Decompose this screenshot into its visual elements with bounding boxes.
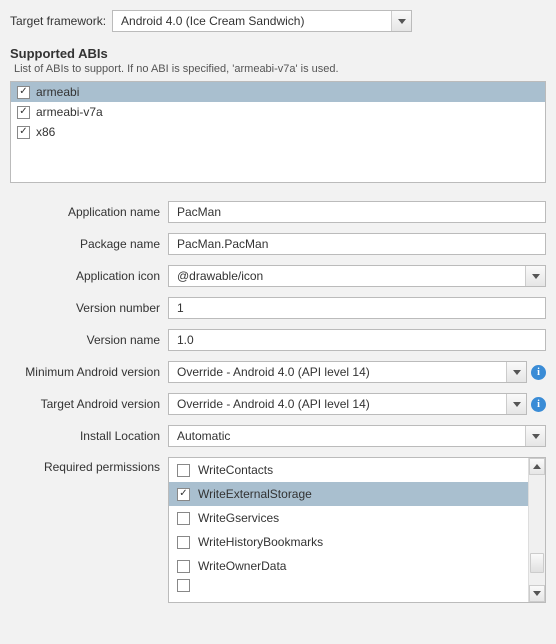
- abi-list[interactable]: armeabi armeabi-v7a x86: [10, 81, 546, 183]
- dropdown-value: @drawable/icon: [169, 269, 525, 283]
- checkbox-icon[interactable]: [17, 126, 30, 139]
- chevron-down-icon[interactable]: [525, 426, 545, 446]
- required-permissions-label: Required permissions: [10, 457, 168, 474]
- min-version-dropdown[interactable]: Override - Android 4.0 (API level 14): [168, 361, 527, 383]
- permission-item[interactable]: WriteHistoryBookmarks: [169, 530, 528, 554]
- application-name-input[interactable]: PacMan: [168, 201, 546, 223]
- permissions-list[interactable]: WriteContacts WriteExternalStorage Write…: [168, 457, 546, 603]
- target-version-dropdown[interactable]: Override - Android 4.0 (API level 14): [168, 393, 527, 415]
- dropdown-value: Automatic: [169, 429, 525, 443]
- info-icon[interactable]: i: [531, 365, 546, 380]
- checkbox-icon[interactable]: [177, 464, 190, 477]
- input-value: PacMan.PacMan: [177, 237, 268, 251]
- checkbox-icon[interactable]: [177, 536, 190, 549]
- checkbox-icon[interactable]: [177, 579, 190, 592]
- chevron-down-icon[interactable]: [506, 362, 526, 382]
- abi-label: armeabi: [36, 85, 79, 99]
- version-number-input[interactable]: 1: [168, 297, 546, 319]
- abi-item-armeabi-v7a[interactable]: armeabi-v7a: [11, 102, 545, 122]
- abi-item-x86[interactable]: x86: [11, 122, 545, 142]
- package-name-input[interactable]: PacMan.PacMan: [168, 233, 546, 255]
- checkbox-icon[interactable]: [17, 86, 30, 99]
- supported-abis-title: Supported ABIs: [10, 46, 546, 61]
- permission-label: WriteGservices: [198, 511, 279, 525]
- permission-label: WriteExternalStorage: [198, 487, 312, 501]
- install-location-dropdown[interactable]: Automatic: [168, 425, 546, 447]
- permission-item[interactable]: WriteExternalStorage: [169, 482, 528, 506]
- version-name-label: Version name: [10, 333, 168, 347]
- scroll-down-icon[interactable]: [529, 585, 545, 602]
- permission-item[interactable]: WriteOwnerData: [169, 554, 528, 578]
- checkbox-icon[interactable]: [17, 106, 30, 119]
- min-version-label: Minimum Android version: [10, 365, 168, 379]
- scroll-up-icon[interactable]: [529, 458, 545, 475]
- permission-label: WriteHistoryBookmarks: [198, 535, 323, 549]
- chevron-down-icon[interactable]: [391, 11, 411, 31]
- application-name-label: Application name: [10, 205, 168, 219]
- scrollbar[interactable]: [528, 458, 545, 602]
- application-icon-dropdown[interactable]: @drawable/icon: [168, 265, 546, 287]
- abi-label: x86: [36, 125, 55, 139]
- input-value: 1: [177, 301, 184, 315]
- chevron-down-icon[interactable]: [506, 394, 526, 414]
- input-value: PacMan: [177, 205, 221, 219]
- abi-label: armeabi-v7a: [36, 105, 103, 119]
- info-icon[interactable]: i: [531, 397, 546, 412]
- target-version-label: Target Android version: [10, 397, 168, 411]
- package-name-label: Package name: [10, 237, 168, 251]
- install-location-label: Install Location: [10, 429, 168, 443]
- permission-label: WriteOwnerData: [198, 559, 286, 573]
- target-framework-value: Android 4.0 (Ice Cream Sandwich): [113, 14, 391, 28]
- checkbox-icon[interactable]: [177, 512, 190, 525]
- permission-item[interactable]: WriteContacts: [169, 458, 528, 482]
- application-icon-label: Application icon: [10, 269, 168, 283]
- target-framework-label: Target framework:: [10, 14, 106, 28]
- scroll-track[interactable]: [529, 475, 545, 585]
- scroll-thumb[interactable]: [530, 553, 544, 573]
- permission-label: WriteContacts: [198, 463, 273, 477]
- input-value: 1.0: [177, 333, 194, 347]
- version-number-label: Version number: [10, 301, 168, 315]
- chevron-down-icon[interactable]: [525, 266, 545, 286]
- target-framework-dropdown[interactable]: Android 4.0 (Ice Cream Sandwich): [112, 10, 412, 32]
- version-name-input[interactable]: 1.0: [168, 329, 546, 351]
- dropdown-value: Override - Android 4.0 (API level 14): [169, 365, 506, 379]
- permission-item[interactable]: WriteGservices: [169, 506, 528, 530]
- checkbox-icon[interactable]: [177, 488, 190, 501]
- abi-item-armeabi[interactable]: armeabi: [11, 82, 545, 102]
- supported-abis-desc: List of ABIs to support. If no ABI is sp…: [14, 63, 546, 75]
- checkbox-icon[interactable]: [177, 560, 190, 573]
- dropdown-value: Override - Android 4.0 (API level 14): [169, 397, 506, 411]
- permission-item[interactable]: [169, 578, 528, 592]
